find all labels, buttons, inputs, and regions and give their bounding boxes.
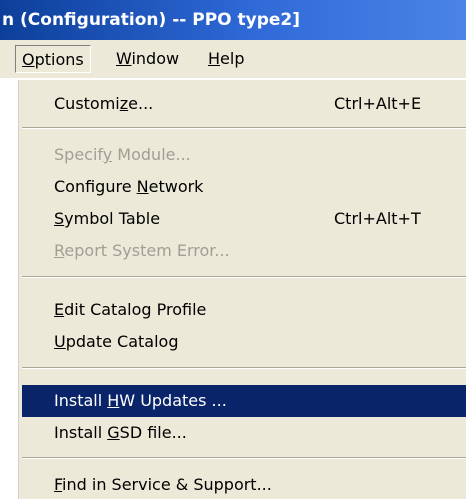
label-part: eport System Error...: [64, 241, 230, 260]
menu-item-report-system-error-label: Report System Error...: [54, 235, 230, 267]
menu-item-install-hw-updates[interactable]: Install HW Updates ...: [22, 385, 466, 417]
label-part: Customi: [54, 94, 120, 113]
menu-separator: [22, 457, 466, 459]
menu-item-find-in-service-support-label: Find in Service & Support...: [54, 469, 272, 499]
menu-help-label: elp: [220, 49, 245, 68]
menu-item-install-gsd-file-label: Install GSD file...: [54, 417, 187, 449]
window-title-bar[interactable]: n (Configuration) -- PPO type2]: [0, 0, 466, 40]
label-part: dit Catalog Profile: [64, 300, 207, 319]
window-title: n (Configuration) -- PPO type2]: [2, 10, 301, 30]
menu-item-update-catalog-label: Update Catalog: [54, 326, 178, 358]
menu-help[interactable]: Help: [202, 45, 250, 73]
app-window: n (Configuration) -- PPO type2] Options …: [0, 0, 466, 499]
menu-item-update-catalog[interactable]: Update Catalog: [22, 326, 466, 358]
menu-item-install-hw-updates-label: Install HW Updates ...: [54, 385, 227, 417]
label-part: e...: [128, 94, 154, 113]
menu-window-label: indow: [131, 49, 180, 68]
label-mnemonic: H: [107, 391, 120, 410]
label-part: W Updates ...: [119, 391, 227, 410]
menu-separator: [22, 127, 466, 129]
menu-item-specify-module-label: Specify Module...: [54, 139, 191, 171]
label-part: Specif: [54, 145, 103, 164]
label-mnemonic: E: [54, 300, 65, 319]
menu-item-customize-shortcut: Ctrl+Alt+E: [334, 94, 422, 113]
menu-options-label: ptions: [34, 50, 84, 69]
menu-item-specify-module: Specify Module...: [22, 139, 466, 171]
menu-item-symbol-table[interactable]: Symbol Table Ctrl+Alt+T: [22, 203, 466, 235]
menu-item-install-gsd-file[interactable]: Install GSD file...: [22, 417, 466, 449]
menu-separator: [22, 367, 466, 369]
label-part: Configure: [54, 177, 137, 196]
label-part: etwork: [148, 177, 204, 196]
label-mnemonic: S: [54, 209, 65, 228]
label-part: Module...: [112, 145, 191, 164]
menu-item-customize[interactable]: Customize... Ctrl+Alt+E: [22, 88, 466, 120]
label-mnemonic: U: [54, 332, 66, 351]
menu-item-symbol-table-label: Symbol Table: [54, 203, 160, 235]
menu-options[interactable]: Options: [15, 45, 91, 73]
menu-separator: [22, 276, 466, 278]
menu-window[interactable]: Window: [110, 45, 185, 73]
menu-item-report-system-error: Report System Error...: [22, 235, 466, 267]
menu-item-configure-network[interactable]: Configure Network: [22, 171, 466, 203]
label-part: Install: [54, 423, 108, 442]
menu-item-customize-label: Customize...: [54, 88, 153, 120]
label-part: Install: [54, 391, 108, 410]
label-part: ymbol Table: [64, 209, 161, 228]
options-dropdown-menu: Customize... Ctrl+Alt+E Specify Module..…: [16, 80, 466, 499]
menu-item-configure-network-label: Configure Network: [54, 171, 203, 203]
label-mnemonic: G: [107, 423, 120, 442]
label-part: SD file...: [119, 423, 187, 442]
menu-options-mnemonic: O: [22, 50, 35, 69]
label-mnemonic: R: [54, 241, 65, 260]
label-mnemonic: y: [102, 145, 113, 164]
label-mnemonic: z: [119, 94, 129, 113]
label-part: pdate Catalog: [65, 332, 179, 351]
menu-bar: Options Window Help: [0, 40, 466, 78]
menu-item-edit-catalog-profile-label: Edit Catalog Profile: [54, 294, 206, 326]
label-part: ind in Service & Support...: [62, 475, 272, 494]
menu-item-edit-catalog-profile[interactable]: Edit Catalog Profile: [22, 294, 466, 326]
label-mnemonic: F: [54, 475, 63, 494]
menu-item-symbol-table-shortcut: Ctrl+Alt+T: [334, 209, 421, 228]
menu-help-mnemonic: H: [208, 49, 221, 68]
label-mnemonic: N: [136, 177, 149, 196]
menu-window-mnemonic: W: [116, 49, 132, 68]
menu-item-find-in-service-support[interactable]: Find in Service & Support...: [22, 469, 466, 499]
